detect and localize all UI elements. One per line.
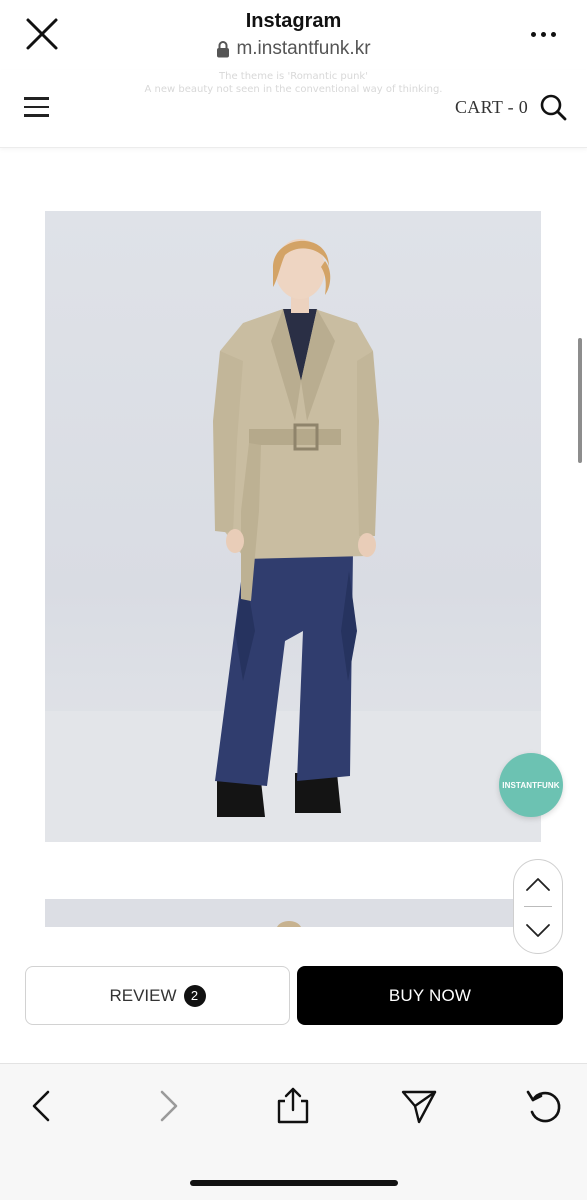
more-horizontal-icon[interactable] (523, 22, 563, 46)
reload-icon[interactable] (524, 1086, 564, 1126)
model-illustration (45, 239, 541, 842)
url-bar[interactable]: m.instantfunk.kr (0, 38, 587, 60)
product-photo (45, 211, 541, 842)
notice-line-2: A new beauty not seen in the conventiona… (144, 84, 443, 95)
review-button[interactable]: REVIEW 2 (25, 966, 290, 1025)
brand-chat-badge[interactable]: INSTANTFUNK (499, 753, 563, 817)
notice-line-1: The theme is 'Romantic punk' (219, 71, 368, 82)
browser-header: Instagram m.instantfunk.kr (0, 0, 587, 70)
share-icon[interactable] (273, 1086, 313, 1126)
buy-now-button[interactable]: BUY NOW (297, 966, 563, 1025)
chevron-down-icon[interactable] (514, 907, 562, 953)
review-label: REVIEW (109, 985, 177, 1005)
lock-icon (217, 41, 230, 58)
back-arrow-icon[interactable] (22, 1086, 62, 1126)
photo-2-illustration (277, 921, 301, 927)
hamburger-menu-icon[interactable] (24, 97, 50, 119)
cart-link[interactable]: CART - 0 (455, 97, 528, 118)
review-count-badge: 2 (183, 984, 206, 1007)
send-icon[interactable] (399, 1086, 439, 1126)
site-nav: The theme is 'Romantic punk' A new beaut… (0, 70, 587, 148)
url-text: m.instantfunk.kr (236, 38, 371, 59)
home-indicator[interactable] (190, 1180, 398, 1186)
browser-title: Instagram (245, 10, 342, 32)
search-icon[interactable] (539, 93, 567, 121)
chevron-up-icon[interactable] (514, 860, 562, 906)
notice-banner: The theme is 'Romantic punk' A new beaut… (0, 70, 587, 96)
product-photo-2 (45, 899, 541, 927)
scroll-control (513, 859, 563, 954)
forward-arrow-icon[interactable] (148, 1086, 188, 1126)
page-scrollbar[interactable] (578, 338, 582, 463)
